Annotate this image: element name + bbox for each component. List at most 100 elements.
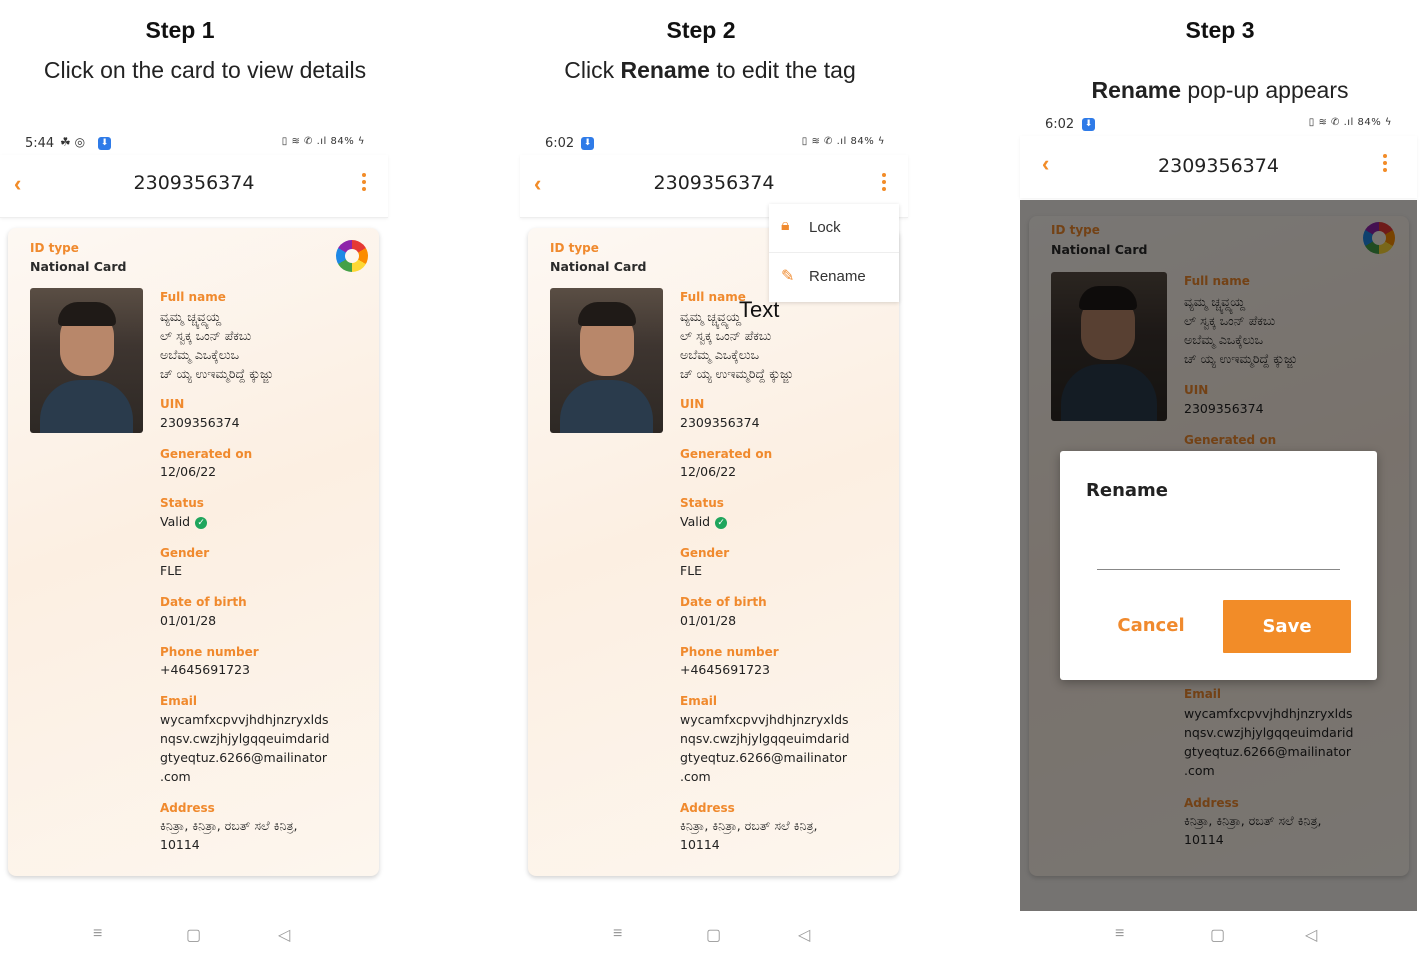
- id-card[interactable]: ID type National Card Full name ವ್ಯಮ್ಮ ಚ…: [528, 228, 899, 876]
- home-square-icon[interactable]: ▢: [706, 925, 721, 945]
- full-name-line-1: ವ್ಯಮ್ಮ ಚ್ಚ್ಯವ್ದ್ಯಯ್ದ: [680, 309, 741, 324]
- back-triangle-icon[interactable]: ◁: [1305, 925, 1317, 945]
- step-2-title: Step 2: [666, 17, 736, 43]
- generated-on-value: 12/06/22: [160, 464, 217, 479]
- address-line-2: 10114: [680, 837, 720, 852]
- full-name-line-2: ಲ್ ಸ್ವಕ್ಕ ಒಂನ್ ಪೆಕಬು: [160, 328, 252, 343]
- step-1-description: Click on the card to view details: [43, 57, 367, 83]
- id-type-label: ID type: [30, 241, 79, 255]
- email-label: Email: [160, 694, 198, 708]
- email-line-1: wycamfxcpvvjhdhjnzryxlds: [160, 712, 329, 727]
- profile-photo: [30, 288, 143, 433]
- status-label: Status: [680, 496, 724, 510]
- phone-value: +4645691723: [680, 662, 771, 677]
- address-line-1: ಕಿನಿತ್ರಾ, ಕಿನಿತ್ರಾ, ರಬತ್ ಸಲೆ ಕಿನಿತ್ರ,: [680, 818, 818, 833]
- full-name-line-3: ಅಬೆಮ್ಮ ಎಒಕ್ಕೆಲುಒ: [160, 347, 240, 362]
- save-button[interactable]: Save: [1223, 600, 1351, 653]
- phone-value: +4645691723: [160, 662, 251, 677]
- battery-level: 84%: [1357, 117, 1382, 128]
- back-triangle-icon[interactable]: ◁: [798, 925, 810, 945]
- email-line-1: wycamfxcpvvjhdhjnzryxlds: [680, 712, 849, 727]
- app-notification-icon: ⬇: [581, 137, 594, 150]
- status-value: Valid ✓: [680, 512, 728, 531]
- full-name-line-4: ಚ್ ಯ್ಯ ಉಇಮ್ಮರಿದ್ದೆ ಕ್ಕುಜ್ಜು: [680, 366, 794, 381]
- email-line-3: gtyeqtuz.6266@mailinator: [680, 750, 848, 765]
- email-label: Email: [680, 694, 718, 708]
- dob-label: Date of birth: [680, 595, 767, 609]
- email-line-2: nqsv.cwzjhjylgqqeuimdarid: [680, 731, 850, 746]
- address-line-1: ಕಿನಿತ್ರಾ, ಕಿನಿತ್ರಾ, ರಬತ್ ಸಲೆ ಕಿನಿತ್ರ,: [160, 818, 298, 833]
- id-type-value: National Card: [550, 259, 647, 274]
- step-2-desc-post: to edit the tag: [709, 57, 856, 83]
- uin-value: 2309356374: [160, 415, 240, 430]
- back-triangle-icon[interactable]: ◁: [278, 925, 290, 945]
- generated-on-value: 12/06/22: [680, 464, 737, 479]
- address-label: Address: [680, 801, 735, 815]
- gender-label: Gender: [680, 546, 730, 560]
- phone-label: Phone number: [160, 645, 259, 659]
- status-bar: 5:44 ☘ ◎ ⬇ ▯ ≋ ✆ .ıl 84% ϟ: [25, 133, 365, 155]
- battery-indicator: ▯ ≋ ✆ .ıl 84% ϟ: [1308, 117, 1392, 128]
- app-bar: ‹ 2309356374: [0, 155, 388, 218]
- home-square-icon[interactable]: ▢: [186, 925, 201, 945]
- battery-indicator: ▯ ≋ ✆ .ıl 84% ϟ: [801, 136, 885, 147]
- menu-icon[interactable]: ≡: [1115, 925, 1124, 943]
- battery-level: 84%: [850, 136, 875, 147]
- generated-on-label: Generated on: [680, 447, 773, 461]
- mosip-logo-icon: [336, 240, 368, 272]
- dob-value: 01/01/28: [160, 613, 217, 628]
- email-line-4: .com: [160, 769, 191, 784]
- menu-icon[interactable]: ≡: [613, 925, 622, 943]
- email-line-3: gtyeqtuz.6266@mailinator: [160, 750, 328, 765]
- full-name-line-3: ಅಬೆಮ್ಮ ಎಒಕ್ಕೆಲುಒ: [680, 347, 760, 362]
- full-name-label: Full name: [160, 290, 226, 304]
- text-annotation: Text: [739, 297, 780, 322]
- pencil-icon: ✎: [781, 268, 795, 285]
- page-title: 2309356374: [653, 172, 775, 194]
- rename-dialog: Rename Cancel Save: [1060, 451, 1377, 680]
- dialog-title: Rename: [1086, 480, 1168, 501]
- gender-label: Gender: [160, 546, 210, 560]
- step-3-desc-post: pop-up appears: [1180, 77, 1349, 103]
- step-3-desc-bold: Rename: [1091, 77, 1181, 103]
- home-square-icon[interactable]: ▢: [1210, 925, 1225, 945]
- rename-input[interactable]: [1097, 535, 1340, 570]
- lock-icon: 🔒︎: [781, 217, 790, 234]
- app-notification-icon: ⬇: [98, 137, 111, 150]
- menu-icon[interactable]: ≡: [93, 925, 102, 943]
- battery-indicator: ▯ ≋ ✆ .ıl 84% ϟ: [281, 136, 365, 147]
- email-line-2: nqsv.cwzjhjylgqqeuimdarid: [160, 731, 330, 746]
- full-name-line-4: ಚ್ ಯ್ಯ ಉಇಮ್ಮರಿದ್ದೆ ಕ್ಕುಜ್ಜು: [160, 366, 274, 381]
- email-line-4: .com: [680, 769, 711, 784]
- more-options-icon[interactable]: [362, 173, 368, 194]
- status-time: 5:44: [25, 136, 55, 151]
- full-name-label: Full name: [680, 290, 746, 304]
- status-time: 6:02: [545, 136, 575, 151]
- profile-photo: [550, 288, 663, 433]
- gender-value: FLE: [680, 563, 703, 578]
- phone-label: Phone number: [680, 645, 779, 659]
- page-title: 2309356374: [1158, 155, 1279, 177]
- app-notification-icon: ⬇: [1082, 118, 1095, 131]
- menu-item-rename-label: Rename: [809, 268, 866, 285]
- more-options-icon[interactable]: [882, 173, 888, 194]
- step-3-description: Rename pop-up appears: [1040, 77, 1400, 104]
- step-2-desc-bold: Rename: [620, 57, 710, 83]
- id-card[interactable]: ID type National Card Full name ವ್ಯಮ್ಮ ಚ…: [8, 228, 379, 876]
- cancel-button[interactable]: Cancel: [1096, 600, 1206, 652]
- status-bar: 6:02 ⬇ ▯ ≋ ✆ .ıl 84% ϟ: [545, 133, 885, 155]
- menu-item-lock[interactable]: 🔒︎ Lock: [769, 204, 899, 253]
- status-label: Status: [160, 496, 204, 510]
- status-text: Valid: [680, 514, 711, 529]
- uin-label: UIN: [160, 397, 185, 411]
- options-menu: 🔒︎ Lock ✎ Rename: [769, 204, 899, 302]
- id-type-label: ID type: [550, 241, 599, 255]
- generated-on-label: Generated on: [160, 447, 253, 461]
- notification-icons: ☘ ◎: [60, 135, 86, 149]
- step-1-title: Step 1: [145, 17, 215, 43]
- status-time: 6:02: [1045, 117, 1075, 132]
- full-name-line-2: ಲ್ ಸ್ವಕ್ಕ ಒಂನ್ ಪೆಕಬು: [680, 328, 772, 343]
- menu-item-rename[interactable]: ✎ Rename: [769, 253, 899, 301]
- more-options-icon[interactable]: [1383, 154, 1389, 175]
- uin-label: UIN: [680, 397, 705, 411]
